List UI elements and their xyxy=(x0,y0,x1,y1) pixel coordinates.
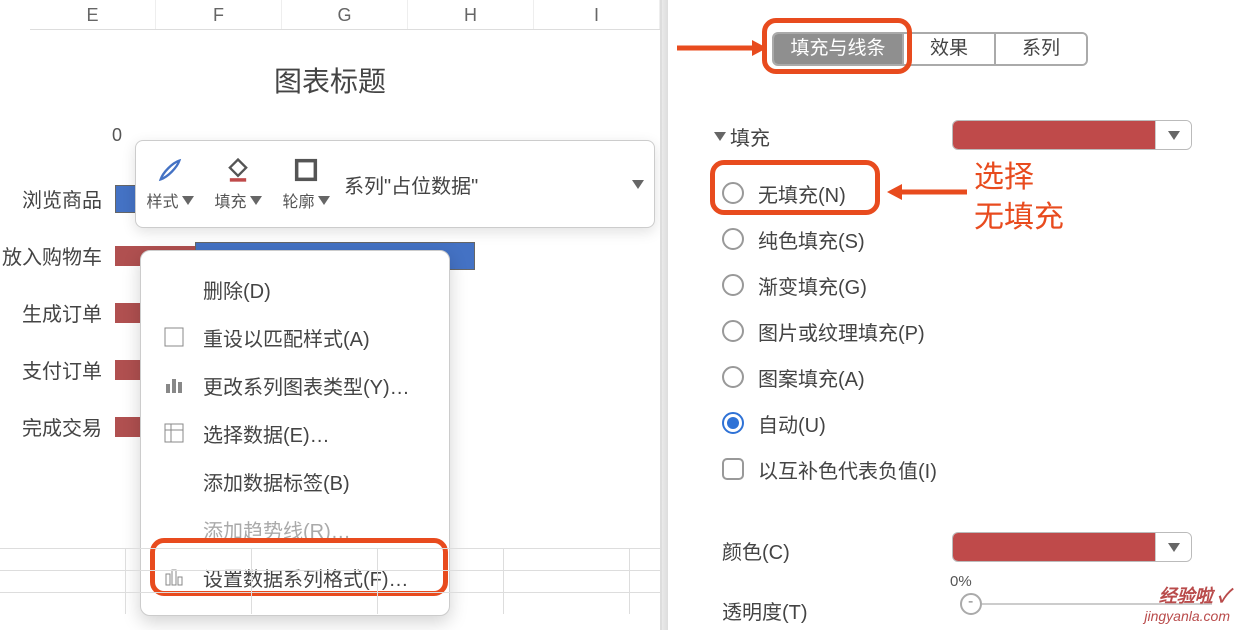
ylabel: 浏览商品 xyxy=(0,170,110,227)
ylabel: 完成交易 xyxy=(0,398,110,455)
checkbox-invert-negative[interactable]: 以互补色代表负值(I) xyxy=(722,446,1002,492)
ylabel: 放入购物车 xyxy=(0,227,110,284)
chevron-down-icon xyxy=(632,180,644,189)
arrow-annotation xyxy=(887,182,967,202)
fill-color-picker[interactable] xyxy=(952,120,1192,150)
series-selector[interactable]: 系列"占位数据" xyxy=(340,154,654,214)
chevron-down-icon xyxy=(182,196,194,205)
opacity-label: 透明度(T) xyxy=(722,596,808,625)
tab-effect[interactable]: 效果 xyxy=(902,34,994,64)
section-fill[interactable]: 填充 xyxy=(714,122,770,151)
chevron-down-icon[interactable] xyxy=(1155,121,1191,149)
menu-select-data[interactable]: 选择数据(E)… xyxy=(141,409,449,457)
menu-reset-style[interactable]: 重设以匹配样式(A) xyxy=(141,313,449,361)
spreadsheet-area: E F G H I 图表标题 0 浏览商品 放入购物车 生成订单 支付订单 完成… xyxy=(0,0,660,630)
category-axis: 浏览商品 放入购物车 生成订单 支付订单 完成交易 xyxy=(0,170,110,455)
col-G[interactable]: G xyxy=(282,0,408,29)
menu-add-trendline: 添加趋势线(R)… xyxy=(141,505,449,553)
ylabel: 支付订单 xyxy=(0,341,110,398)
menu-add-data-label[interactable]: 添加数据标签(B) xyxy=(141,457,449,505)
table-icon xyxy=(161,420,187,446)
fill-button[interactable]: 填充 xyxy=(204,156,272,212)
outline-button[interactable]: 轮廓 xyxy=(272,156,340,212)
menu-delete[interactable]: 删除(D) xyxy=(141,265,449,313)
bucket-icon xyxy=(204,156,272,184)
color-picker[interactable] xyxy=(952,532,1192,562)
menu-change-chart-type[interactable]: 更改系列图表类型(Y)… xyxy=(141,361,449,409)
slider-thumb[interactable]: 0% xyxy=(960,593,982,615)
format-pane: 填充与线条 效果 系列 填充 无填充(N) 纯色填充(S) 渐变填充(G) 图片… xyxy=(660,0,1240,630)
radio-pattern-fill[interactable]: 图案填充(A) xyxy=(722,354,1002,400)
col-I[interactable]: I xyxy=(534,0,660,29)
reset-icon xyxy=(161,324,187,350)
tab-fill-line[interactable]: 填充与线条 xyxy=(774,34,902,64)
format-tabs: 填充与线条 效果 系列 xyxy=(772,32,1088,66)
tab-series[interactable]: 系列 xyxy=(994,34,1086,64)
color-swatch xyxy=(953,121,1155,149)
chevron-down-icon[interactable] xyxy=(1155,533,1191,561)
fill-options: 无填充(N) 纯色填充(S) 渐变填充(G) 图片或纹理填充(P) 图案填充(A… xyxy=(722,170,1002,492)
watermark: 经验啦 ✓ jingyanla.com xyxy=(1144,582,1230,624)
spreadsheet-cells[interactable] xyxy=(0,548,660,630)
chevron-down-icon xyxy=(318,196,330,205)
col-E[interactable]: E xyxy=(30,0,156,29)
radio-auto-fill[interactable]: 自动(U) xyxy=(722,400,1002,446)
color-label: 颜色(C) xyxy=(722,536,790,565)
radio-gradient-fill[interactable]: 渐变填充(G) xyxy=(722,262,1002,308)
color-swatch xyxy=(953,533,1155,561)
text-annotation: 选择无填充 xyxy=(974,158,1064,238)
chart-icon xyxy=(161,372,187,398)
slider-value: 0% xyxy=(950,573,972,590)
column-headers: E F G H I xyxy=(30,0,660,30)
chevron-down-icon xyxy=(714,132,726,141)
mini-toolbar: 样式 填充 轮廓 系列"占位数据" xyxy=(135,140,655,228)
axis-tick-0: 0 xyxy=(112,125,122,146)
radio-picture-fill[interactable]: 图片或纹理填充(P) xyxy=(722,308,1002,354)
ylabel: 生成订单 xyxy=(0,284,110,341)
brush-icon xyxy=(136,156,204,184)
outline-icon xyxy=(272,156,340,184)
chart-title[interactable]: 图表标题 xyxy=(0,60,660,100)
chevron-down-icon xyxy=(250,196,262,205)
col-F[interactable]: F xyxy=(156,0,282,29)
col-H[interactable]: H xyxy=(408,0,534,29)
radio-solid-fill[interactable]: 纯色填充(S) xyxy=(722,216,1002,262)
style-button[interactable]: 样式 xyxy=(136,156,204,212)
arrow-annotation xyxy=(677,38,767,58)
